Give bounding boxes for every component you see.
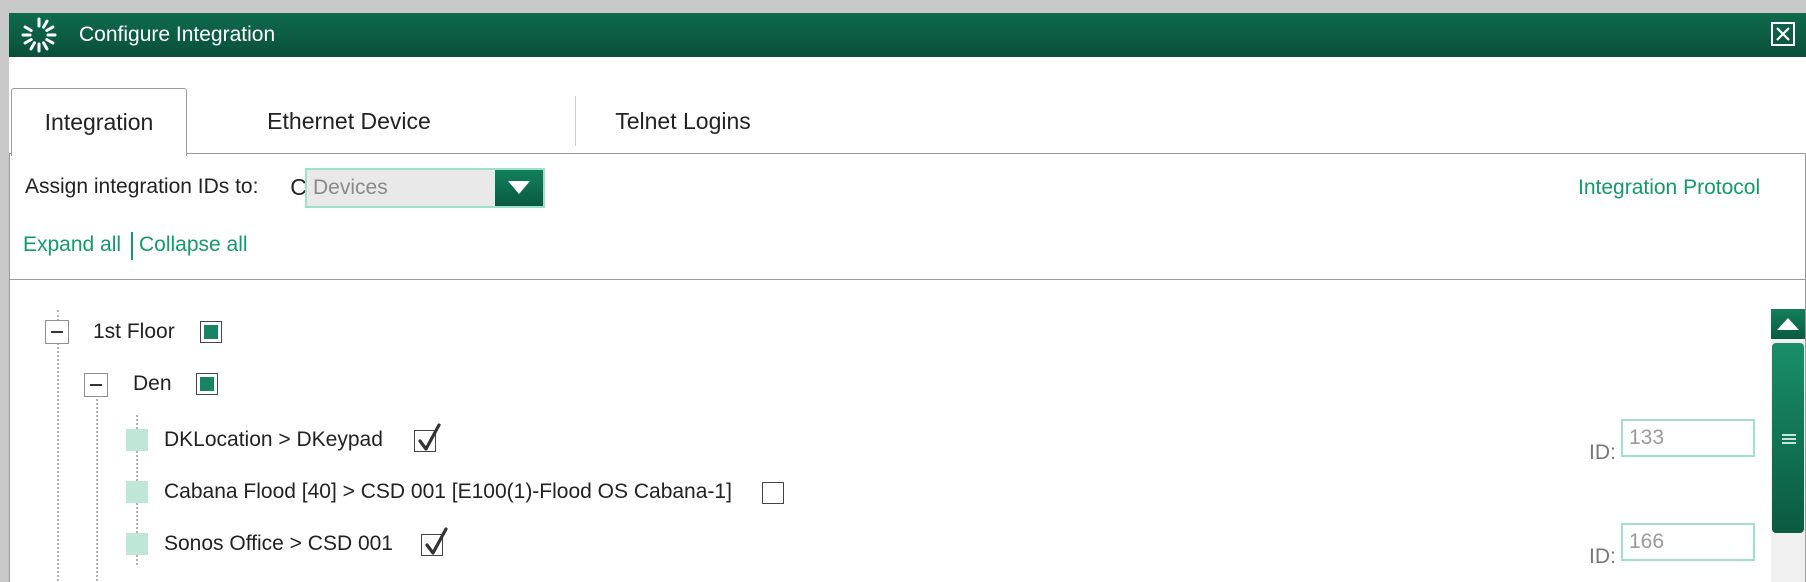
chevron-down-icon xyxy=(508,181,530,194)
close-icon xyxy=(1776,27,1790,41)
tree-connector-room xyxy=(96,375,98,582)
panel-left-border xyxy=(9,153,10,582)
integration-id-field[interactable] xyxy=(1621,419,1755,457)
dropdown-selected-value: Devices xyxy=(313,176,388,199)
scrollbar-grip xyxy=(1782,442,1796,444)
device-checkbox[interactable] xyxy=(421,527,448,556)
section-divider xyxy=(9,279,1806,280)
chevron-up-icon xyxy=(1777,318,1799,330)
integration-id-field[interactable] xyxy=(1621,523,1755,561)
assign-ids-dropdown[interactable]: Devices xyxy=(305,168,545,208)
close-button[interactable] xyxy=(1771,22,1795,46)
scrollbar-grip xyxy=(1782,438,1796,440)
floor-collapse-toggle[interactable] xyxy=(45,320,69,344)
scrollbar-thumb[interactable] xyxy=(1772,343,1804,533)
tab-separator xyxy=(575,96,576,146)
device-node-marker xyxy=(126,481,148,503)
link-separator xyxy=(131,232,133,260)
device-node-marker xyxy=(126,429,148,451)
expand-all-link[interactable]: Expand all xyxy=(23,233,121,257)
tab-baseline-divider xyxy=(9,153,1806,154)
checkmark-icon xyxy=(418,423,441,451)
tab-telnet-logins[interactable]: Telnet Logins xyxy=(593,88,773,154)
device-label: Sonos Office > CSD 001 xyxy=(164,532,393,555)
dropdown-arrow-button[interactable] xyxy=(495,170,543,206)
collapse-all-link[interactable]: Collapse all xyxy=(139,233,248,257)
device-label: Cabana Flood [40] > CSD 001 [E100(1)-Flo… xyxy=(164,480,732,503)
scroll-up-button[interactable] xyxy=(1771,309,1805,339)
floor-label: 1st Floor xyxy=(93,320,175,343)
tree-connector-floor xyxy=(57,310,59,582)
device-checkbox[interactable] xyxy=(414,423,441,452)
scrollbar-grip xyxy=(1782,434,1796,436)
room-label: Den xyxy=(133,372,172,395)
device-node-marker xyxy=(126,533,148,555)
device-label: DKLocation > DKeypad xyxy=(164,428,383,451)
integration-id-label: ID: xyxy=(1589,441,1616,464)
checkmark-icon xyxy=(425,527,448,555)
spinner-logo-icon xyxy=(21,17,57,53)
configure-integration-window: Configure Integration Integration Ethern… xyxy=(9,13,1806,582)
title-bar: Configure Integration xyxy=(9,13,1806,57)
assign-ids-label: Assign integration IDs to: xyxy=(25,175,259,198)
tab-integration[interactable]: Integration xyxy=(11,88,187,156)
room-checkbox[interactable] xyxy=(196,373,218,395)
room-collapse-toggle[interactable] xyxy=(84,373,108,397)
window-title: Configure Integration xyxy=(79,23,276,46)
integration-protocol-link[interactable]: Integration Protocol xyxy=(1578,176,1760,200)
floor-checkbox[interactable] xyxy=(200,321,222,343)
integration-id-label: ID: xyxy=(1589,545,1616,568)
device-checkbox[interactable] xyxy=(762,482,784,504)
tab-ethernet-device-commands[interactable]: Ethernet Device Commands xyxy=(209,88,489,200)
